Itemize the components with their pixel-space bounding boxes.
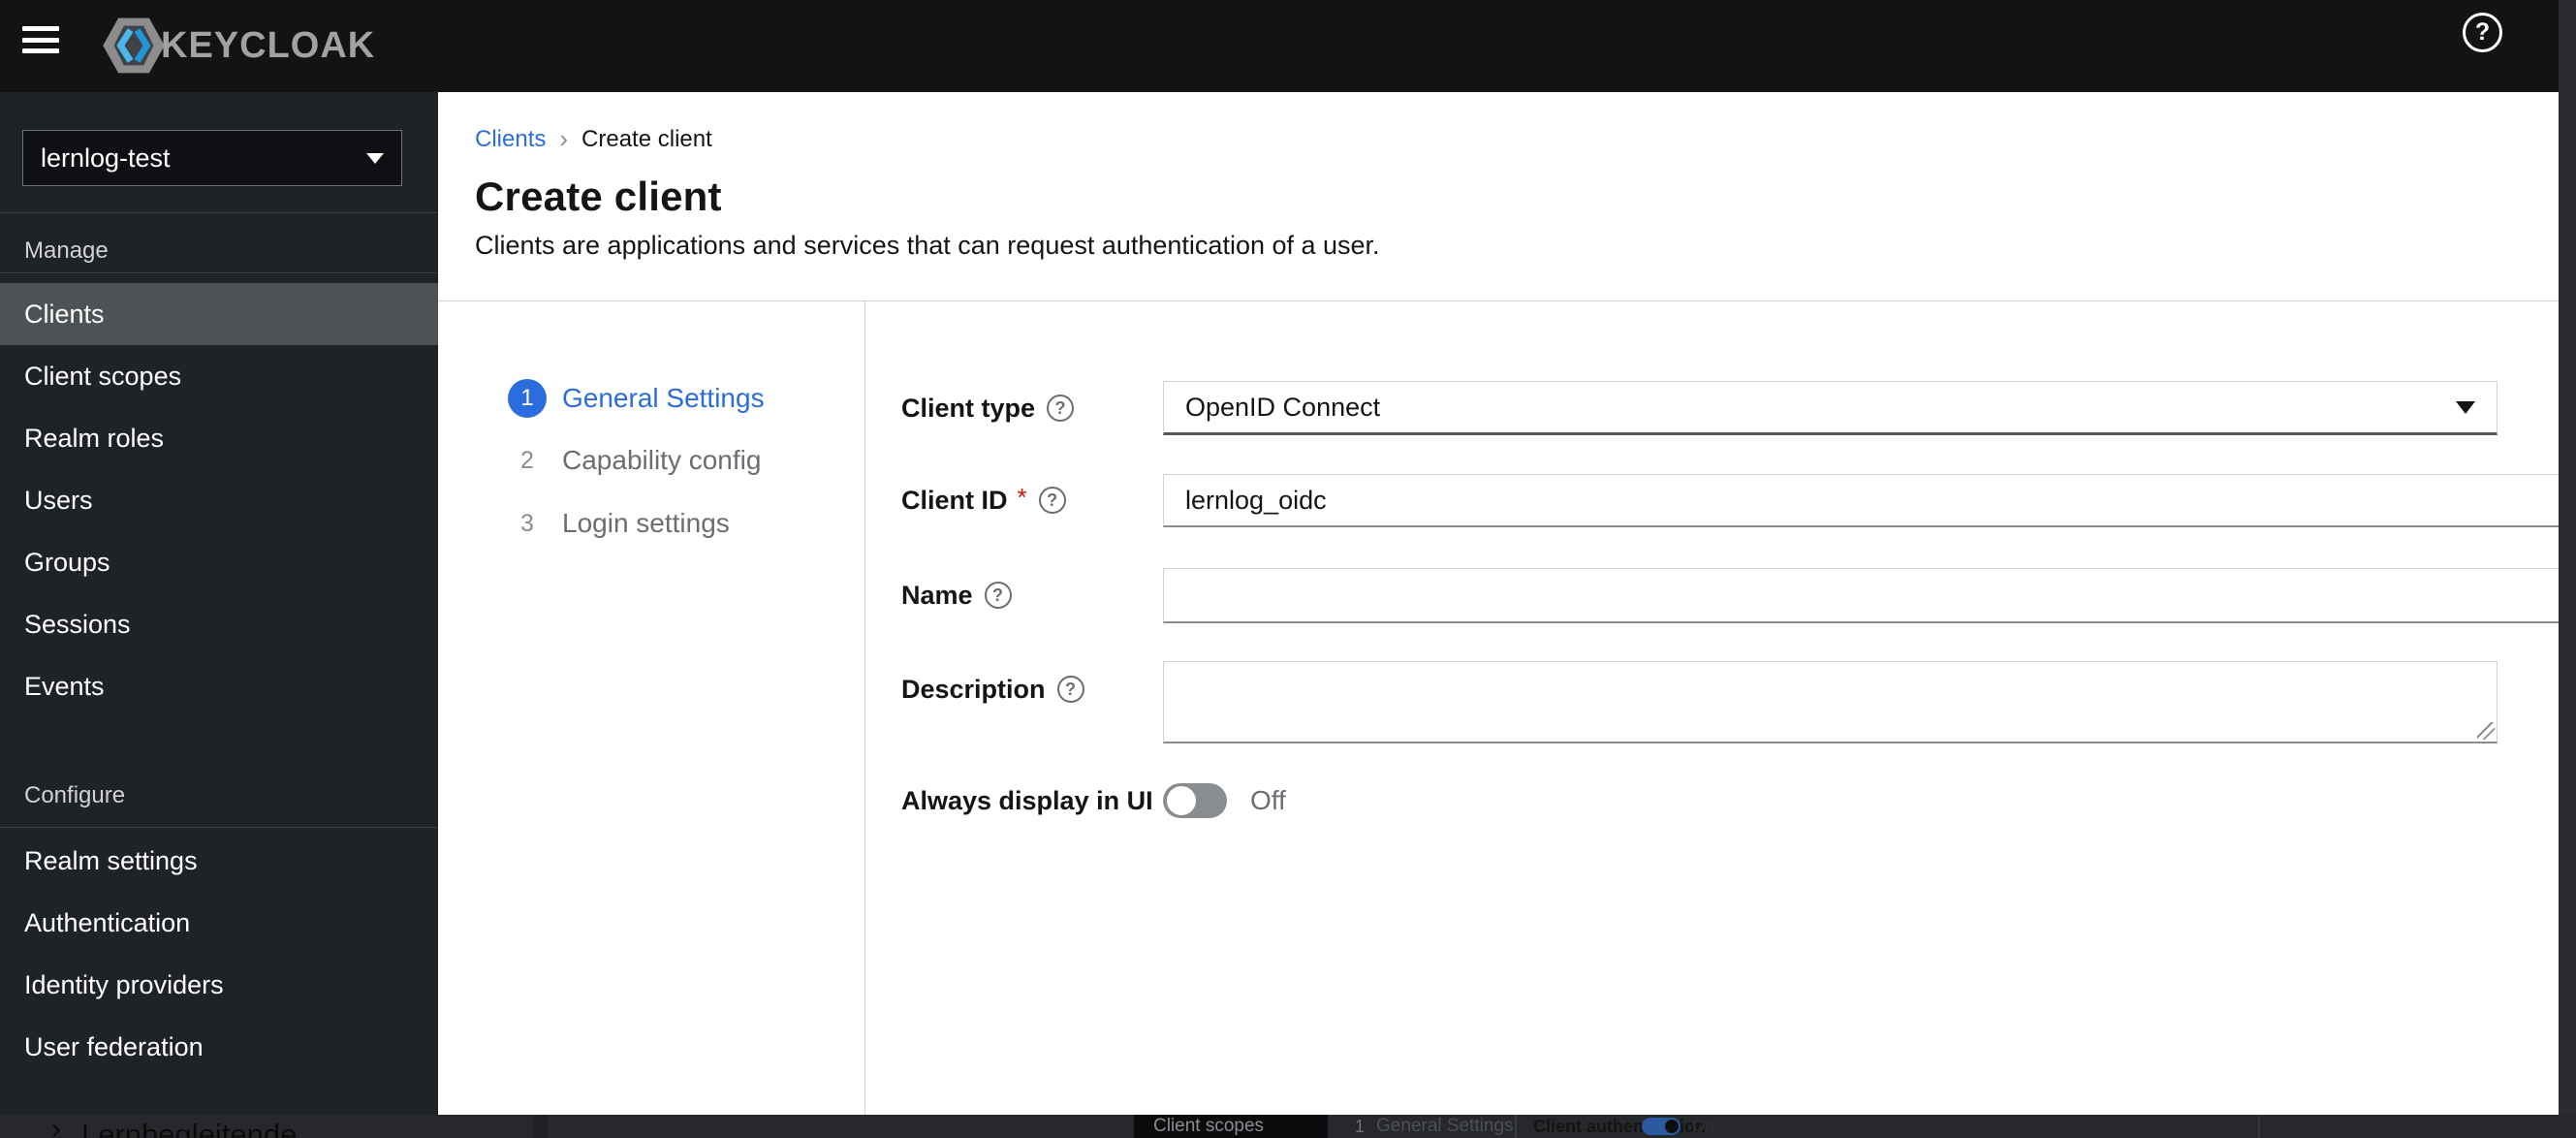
chevron-down-icon [2456,400,2475,414]
wizard-step-general-settings[interactable]: 1 General Settings [508,379,765,418]
sidebar-item-identity-providers[interactable]: Identity providers [0,954,438,1016]
background-divider [2258,1115,2260,1138]
realm-selector[interactable]: lernlog-test [22,130,402,186]
sidebar-divider [0,272,438,273]
keycloak-admin-console: KEYCLOAK ? lernlog-test Manage Clients C… [0,0,2576,1138]
realm-name: lernlog-test [41,142,171,173]
breadcrumb-clients-link[interactable]: Clients [475,126,546,153]
sidebar-item-authentication[interactable]: Authentication [0,892,438,954]
background-tree-item: Lernbegleitende [81,1118,298,1138]
page-subtitle: Clients are applications and services th… [475,231,1380,260]
description-field-wrap [1163,661,2497,743]
toggle-knob [1665,1120,1679,1133]
sidebar-item-label: Identity providers [24,969,224,999]
sidebar-item-label: Authentication [24,907,191,937]
sidebar-item-label: Events [24,671,105,701]
background-wizard-step: 1 General Settings [1355,1115,1514,1138]
nav-group-manage: Manage [24,237,109,264]
background-window-right-edge [2559,0,2576,1138]
background-divider [534,1115,548,1138]
client-id-label: Client ID [901,485,1008,515]
background-step-label: General Settings [1376,1116,1514,1136]
name-input[interactable] [1163,568,2576,623]
sidebar-item-clients[interactable]: Clients [0,283,438,345]
sidebar-item-users[interactable]: Users [0,469,438,531]
sidebar-item-user-federation[interactable]: User federation [0,1016,438,1078]
sidebar-item-label: Groups [24,547,110,577]
help-icon[interactable]: ? [2463,13,2502,52]
sidebar-item-label: Sessions [24,609,131,639]
keycloak-logo: KEYCLOAK [101,13,375,79]
sidebar-divider [0,827,438,828]
chevron-down-icon [366,152,384,164]
client-type-select[interactable]: OpenID Connect [1163,381,2497,435]
wizard-step-number: 2 [520,446,534,474]
toggle-knob [1167,786,1196,815]
sidebar-item-groups[interactable]: Groups [0,531,438,593]
sidebar-item-label: Users [24,485,93,515]
help-icon[interactable]: ? [984,582,1012,609]
sidebar-item-sessions[interactable]: Sessions [0,593,438,655]
background-divider [1515,1115,1517,1138]
client-id-input[interactable] [1163,474,2576,527]
wizard-step-number: 3 [520,509,534,537]
sidebar-item-label: Realm settings [24,845,198,875]
always-display-label: Always display in UI [901,785,1153,815]
required-asterisk: * [1017,482,1027,512]
sidebar-item-label: Client scopes [24,361,182,391]
client-type-label-row: Client type ? [901,389,1075,427]
wizard-step-label: General Settings [562,383,765,413]
breadcrumb-current: Create client [581,125,712,152]
logo-text: KEYCLOAK [161,24,376,66]
resize-handle-icon[interactable] [2477,722,2495,740]
sidebar-divider [0,212,438,213]
hamburger-menu-icon[interactable] [22,26,59,53]
wizard-step-login-settings[interactable]: 3 Login settings [508,504,730,543]
breadcrumb-separator-icon: › [559,124,569,153]
client-type-value: OpenID Connect [1185,392,1381,422]
sidebar-item-events[interactable]: Events [0,655,438,717]
toggle-state-label: Off [1250,785,1286,815]
background-toggle-on [1642,1118,1681,1135]
background-toggle-state: On [1692,1117,1714,1135]
masthead: KEYCLOAK ? [0,0,2559,92]
background-window-bottom-edge: › Lernbegleitende Client scopes 1 Genera… [0,1115,2576,1138]
wizard-divider [864,301,865,1115]
tree-expander-icon: › [51,1115,61,1138]
always-display-toggle[interactable] [1163,783,1227,818]
description-label-row: Description ? [901,670,1084,709]
name-label: Name [901,580,973,610]
help-icon[interactable]: ? [1047,395,1075,422]
sidebar: lernlog-test Manage Clients Client scope… [0,92,438,1115]
sidebar-item-realm-roles[interactable]: Realm roles [0,407,438,469]
client-type-label: Client type [901,393,1036,423]
sidebar-item-label: User federation [24,1031,204,1061]
background-nav-highlight: Client scopes [1134,1115,1328,1138]
header-divider [438,300,2559,301]
breadcrumb: Clients › Create client [475,124,712,154]
name-label-row: Name ? [901,576,1012,615]
main-content: Clients › Create client Create client Cl… [438,92,2576,1115]
description-label: Description [901,674,1046,704]
client-id-label-row: Client ID * ? [901,481,1066,520]
wizard-step-number: 1 [508,379,547,418]
always-display-label-row: Always display in UI ? [901,781,1192,820]
page-title: Create client [475,174,722,219]
sidebar-item-client-scopes[interactable]: Client scopes [0,345,438,407]
sidebar-item-label: Realm roles [24,423,165,453]
description-textarea[interactable] [1163,661,2497,743]
help-icon[interactable]: ? [1038,487,1066,514]
help-icon[interactable]: ? [1056,676,1084,703]
nav-group-configure: Configure [24,782,126,808]
sidebar-item-realm-settings[interactable]: Realm settings [0,830,438,892]
wizard-step-capability-config[interactable]: 2 Capability config [508,441,761,480]
keycloak-logo-icon [103,17,165,74]
sidebar-item-label: Clients [24,299,105,329]
wizard-step-label: Capability config [562,445,762,475]
wizard-step-label: Login settings [562,508,730,538]
background-step-number: 1 [1355,1116,1366,1136]
